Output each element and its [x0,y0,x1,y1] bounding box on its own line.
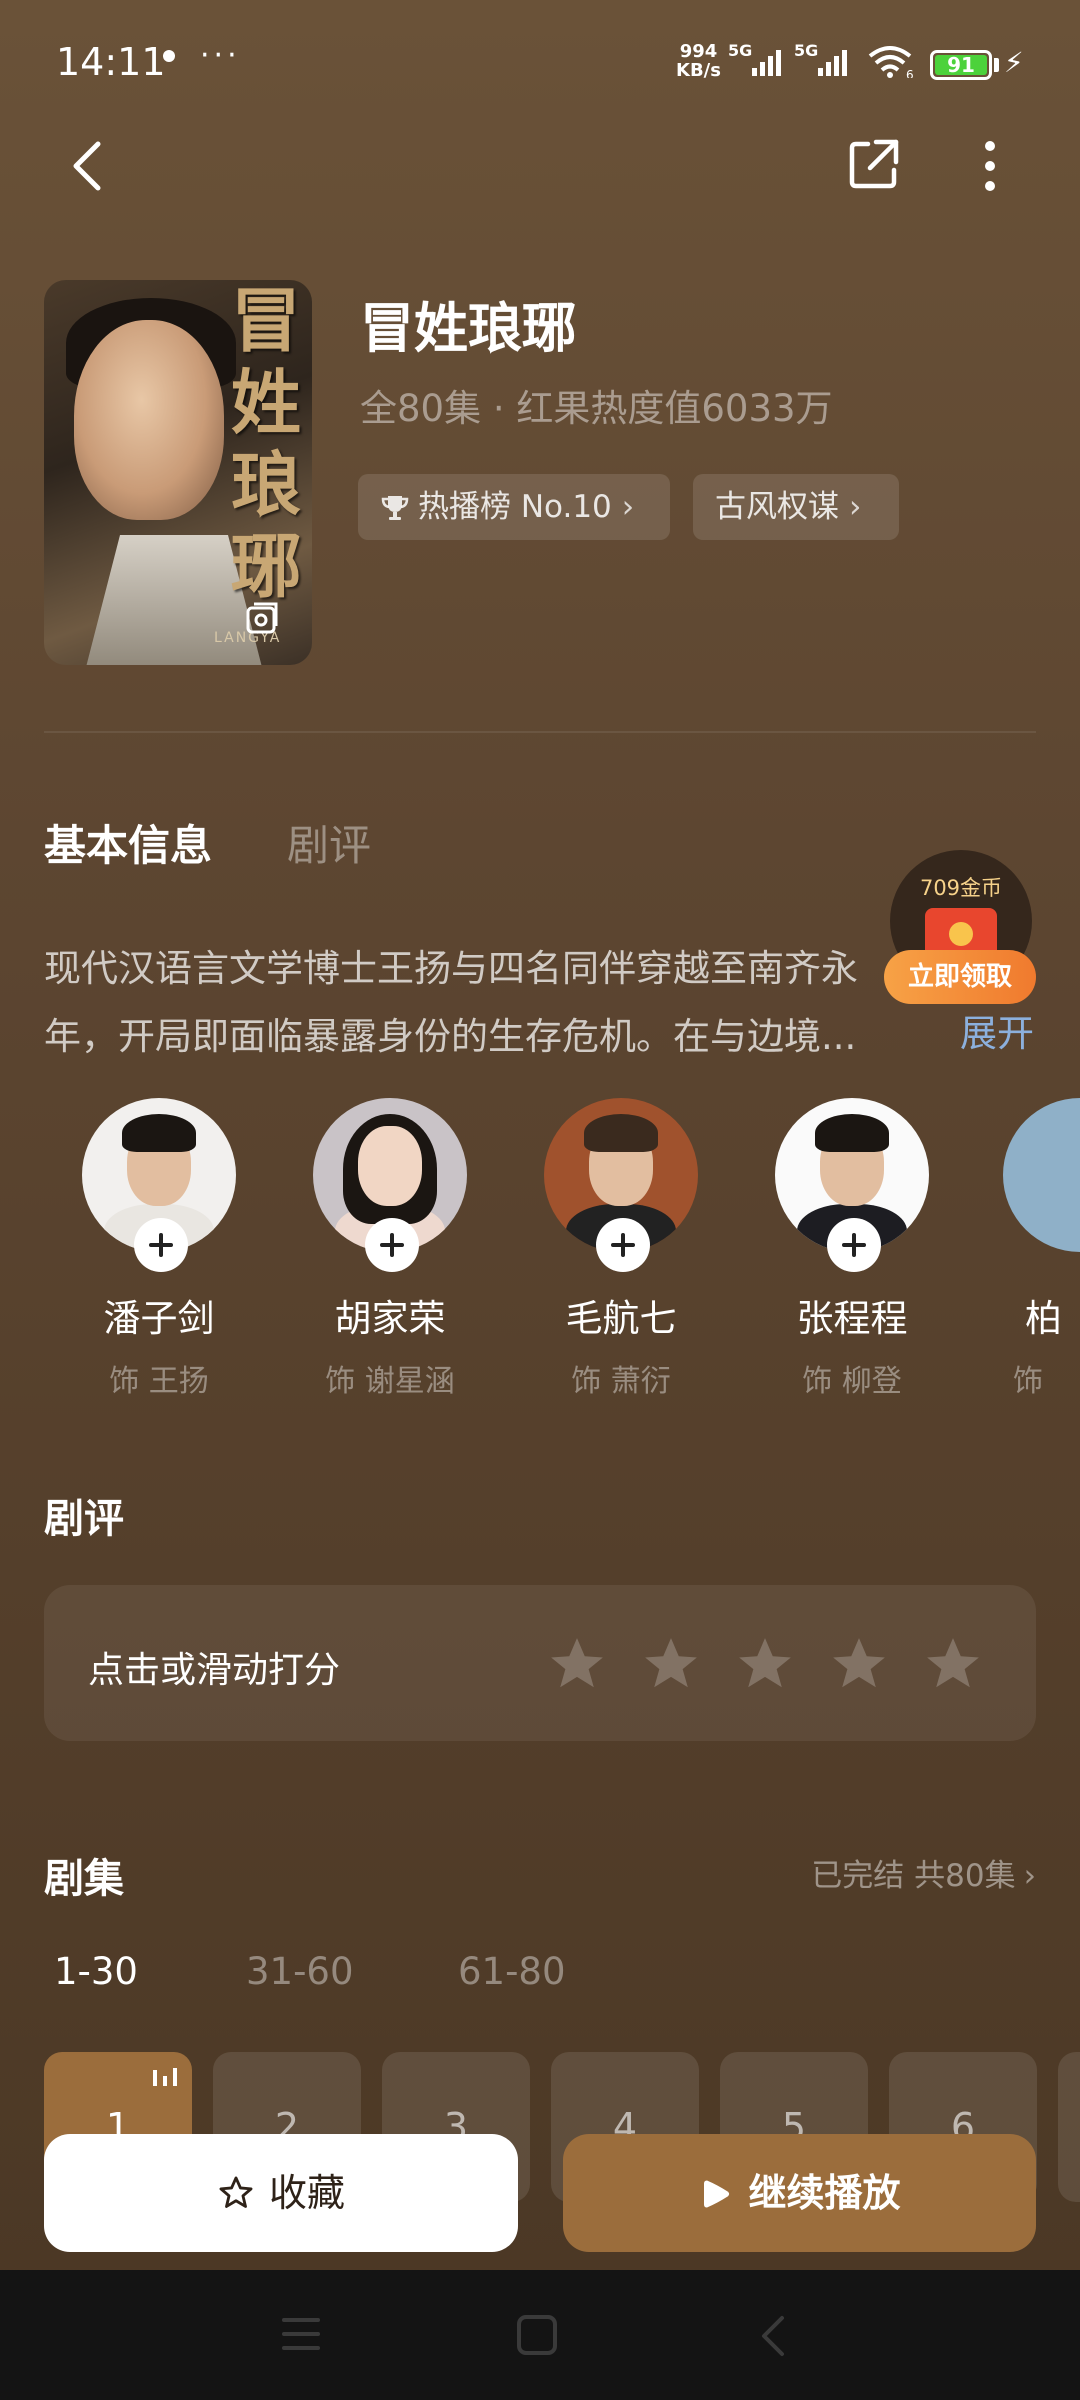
more-menu-icon[interactable] [980,140,1000,192]
range-tab[interactable]: 61-80 [458,1950,566,1993]
genre-tag[interactable]: 古风权谋 › [693,474,899,540]
episodes-section-title: 剧集 [44,1856,124,1902]
follow-plus-icon[interactable] [827,1218,881,1272]
rating-prompt: 点击或滑动打分 [88,1650,341,1691]
play-icon [704,2180,730,2208]
cast-role: 饰 谢星涵 [325,1364,455,1399]
signal1-label: 5G [728,42,752,60]
ranking-tag-label: 热播榜 No.10 [418,489,612,525]
episodes-status-link[interactable]: 已完结 共80集 › [811,1850,1036,1895]
share-icon[interactable] [846,136,902,192]
chevron-right-icon: › [1023,1858,1036,1894]
chevron-right-icon: › [621,489,635,525]
cast-member-partial[interactable]: 柏 饰 [1003,1098,1080,1398]
avatar [313,1098,467,1272]
cast-name: 张程程 [796,1297,908,1340]
cast-member[interactable]: 潘子剑 饰 王扬 [79,1098,239,1400]
cast-name: 潘子剑 [103,1297,215,1340]
range-tab-selected[interactable]: 1-30 [54,1950,138,1993]
tab-review[interactable]: 剧评 [287,812,371,873]
star-3-icon[interactable] [734,1633,796,1695]
synopsis-line-2: 年，开局即面临暴露身份的生存危机。在与边境... [44,1015,857,1058]
continue-play-label: 继续播放 [748,2171,901,2215]
star-1-icon[interactable] [546,1633,608,1695]
signal-5g-icon-2: 5G [794,42,847,76]
genre-tag-label: 古风权谋 [715,489,839,525]
avatar [544,1098,698,1272]
more-notifications-icon: ··· [200,38,241,73]
favorite-button[interactable]: 收藏 [44,2134,518,2252]
favorite-label: 收藏 [268,2171,345,2215]
follow-plus-icon[interactable] [596,1218,650,1272]
cast-role: 饰 [1013,1364,1043,1398]
status-time: 14:11 [56,40,166,84]
star-4-icon[interactable] [828,1633,890,1695]
battery-tip [994,58,999,72]
trophy-icon [381,496,409,520]
signal2-label: 5G [794,42,818,60]
notification-dot-icon [163,50,175,62]
battery-icon: 91 [930,50,992,80]
avatar [775,1098,929,1272]
follow-plus-icon[interactable] [365,1218,419,1272]
cast-name: 柏 [1025,1297,1062,1340]
status-bar: 14:11 ··· 994 KB/s 5G 5G 6 91 ⚡ [0,0,1080,125]
home-icon[interactable] [516,2314,558,2356]
battery-level: 91 [935,55,987,75]
cast-role: 饰 柳登 [802,1364,902,1399]
star-5-icon[interactable] [922,1633,984,1695]
expand-link[interactable]: 展开 [960,1000,1034,1068]
chevron-right-icon: › [849,489,862,525]
now-playing-icon [153,2068,177,2086]
wifi-icon: 6 [868,46,914,78]
cast-member[interactable]: 胡家荣 饰 谢星涵 [310,1098,470,1400]
cast-name: 毛航七 [565,1297,677,1340]
cast-role: 饰 王扬 [109,1364,209,1399]
drama-title: 冒姓琅琊 [360,297,576,360]
system-nav-bar [0,2270,1080,2400]
drama-meta: 全80集 · 红果热度值6033万 [360,387,833,430]
back-icon[interactable] [756,2314,788,2358]
coin-amount: 709金币 [919,876,1003,900]
header-divider [44,731,1036,733]
tab-basic-info[interactable]: 基本信息 [44,812,212,873]
network-speed-value: 994 [679,41,718,62]
star-2-icon[interactable] [640,1633,702,1695]
poster-title-art: 冒姓琅琊 [231,280,301,608]
avatar [82,1098,236,1272]
synopsis[interactable]: 现代汉语言文学博士王扬与四名同伴穿越至南齐永 年，开局即面临暴露身份的生存危机。… [44,935,1034,1071]
follow-plus-icon[interactable] [134,1218,188,1272]
cast-name: 胡家荣 [334,1297,446,1340]
rating-section-title: 剧评 [44,1496,124,1542]
network-speed: 994 KB/s [676,42,721,80]
star-outline-icon [219,2176,253,2208]
continue-play-button[interactable]: 继续播放 [563,2134,1036,2252]
avatar [1003,1098,1080,1252]
poster-face [74,320,224,520]
menu-icon[interactable] [280,2314,322,2354]
cast-member[interactable]: 毛航七 饰 萧衍 [541,1098,701,1400]
back-arrow-icon[interactable] [68,140,108,192]
wifi-label: 6 [906,68,914,78]
ranking-tag[interactable]: 热播榜 No.10 › [358,474,670,540]
cast-member[interactable]: 张程程 饰 柳登 [772,1098,932,1400]
signal-5g-icon: 5G [728,42,781,76]
episodes-status-text: 已完结 共80集 [811,1858,1016,1894]
claim-coins-button[interactable]: 立即领取 [884,950,1036,1004]
rating-card[interactable]: 点击或滑动打分 [44,1585,1036,1741]
drama-poster[interactable]: 冒姓琅琊 LANGYA [44,280,312,665]
bottom-action-bar: 收藏 继续播放 [0,2110,1080,2270]
charging-icon: ⚡ [1004,46,1024,79]
cast-role: 饰 萧衍 [571,1364,671,1399]
range-tab[interactable]: 31-60 [246,1950,354,1993]
synopsis-line-1: 现代汉语言文学博士王扬与四名同伴穿越至南齐永 [44,947,858,990]
network-speed-unit: KB/s [676,60,721,81]
gallery-icon[interactable] [242,598,282,638]
